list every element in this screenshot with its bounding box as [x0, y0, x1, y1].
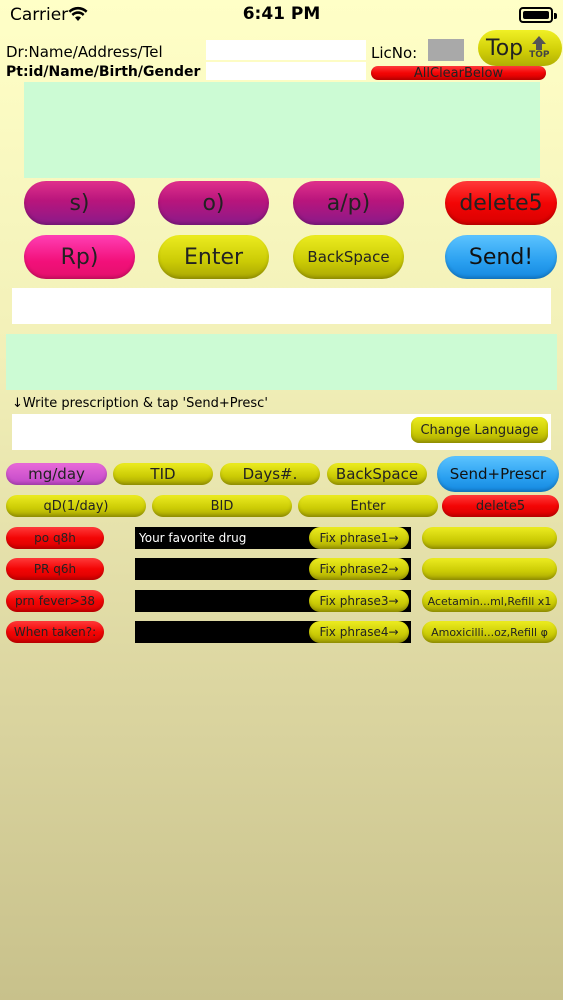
- fix-phrase1-button[interactable]: Fix phrase1→: [309, 527, 409, 549]
- phrase-slot-3[interactable]: Acetamin...ml,Refill x1: [422, 590, 557, 612]
- license-label: LicNo:: [371, 44, 418, 62]
- record-text-area[interactable]: [24, 82, 540, 178]
- phrase-red-button-1[interactable]: po q8h: [6, 527, 104, 549]
- fix-phrase3-button[interactable]: Fix phrase3→: [309, 590, 409, 612]
- phrase-red-button-4[interactable]: When taken?:: [6, 621, 104, 643]
- license-field[interactable]: [428, 39, 464, 61]
- top-button-label: Top: [486, 35, 524, 61]
- s-button[interactable]: s): [24, 181, 135, 225]
- status-bar: Carrier 6:41 PM: [0, 0, 563, 30]
- send-button[interactable]: Send!: [445, 235, 557, 279]
- qd-button[interactable]: qD(1/day): [6, 495, 146, 517]
- fix-phrase2-button[interactable]: Fix phrase2→: [309, 558, 409, 580]
- phrase-slot-2[interactable]: [422, 558, 557, 580]
- phrase-slot-1[interactable]: [422, 527, 557, 549]
- rp-button[interactable]: Rp): [24, 235, 135, 279]
- enter-button-2[interactable]: Enter: [298, 495, 438, 517]
- battery-icon: [519, 7, 557, 23]
- doctor-label: Dr:Name/Address/Tel: [6, 43, 163, 61]
- phrase-red-button-2[interactable]: PR q6h: [6, 558, 104, 580]
- send-prescr-button[interactable]: Send+Prescr: [437, 456, 559, 492]
- top-arrow-icon: TOP: [529, 36, 550, 60]
- phrase-red-button-3[interactable]: prn fever>38: [6, 590, 104, 612]
- entry-input[interactable]: [12, 288, 551, 324]
- change-language-button[interactable]: Change Language: [411, 417, 548, 443]
- prescription-text-area[interactable]: [6, 334, 557, 390]
- backspace-button[interactable]: BackSpace: [293, 235, 404, 279]
- o-button[interactable]: o): [158, 181, 269, 225]
- bid-button[interactable]: BID: [152, 495, 292, 517]
- ap-button[interactable]: a/p): [293, 181, 404, 225]
- status-time: 6:41 PM: [242, 4, 321, 24]
- doctor-info-field[interactable]: [206, 40, 366, 60]
- delete5-button-2[interactable]: delete5: [442, 495, 559, 517]
- all-clear-below-button[interactable]: AllClearBelow: [371, 66, 546, 81]
- enter-button[interactable]: Enter: [158, 235, 269, 279]
- mg-day-button[interactable]: mg/day: [6, 463, 107, 485]
- patient-info-field[interactable]: [206, 62, 366, 80]
- patient-label: Pt:id/Name/Birth/Gender: [6, 64, 201, 80]
- phrase-slot-4[interactable]: Amoxicilli...oz,Refill φ: [422, 621, 557, 643]
- delete5-button[interactable]: delete5: [445, 181, 557, 225]
- tid-button[interactable]: TID: [113, 463, 213, 485]
- prescription-instruction: ↓Write prescription & tap 'Send+Presc': [12, 396, 268, 411]
- top-button[interactable]: Top TOP: [478, 30, 562, 66]
- fix-phrase4-button[interactable]: Fix phrase4→: [309, 621, 409, 643]
- days-button[interactable]: Days#.: [220, 463, 320, 485]
- backspace-button-2[interactable]: BackSpace: [327, 463, 427, 485]
